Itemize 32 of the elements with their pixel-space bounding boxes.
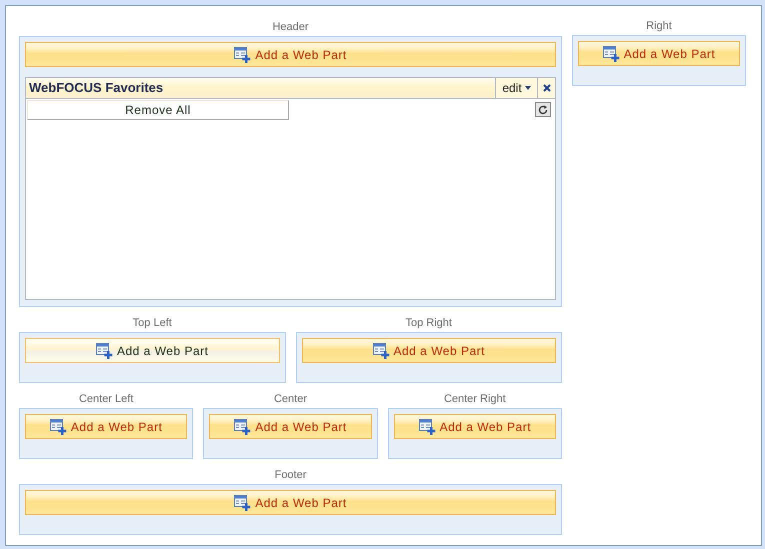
add-web-part-button[interactable]: Add a Web Part — [25, 490, 556, 515]
add-web-part-button[interactable]: Add a Web Part — [25, 42, 556, 67]
zone-label: Center — [272, 392, 308, 406]
add-web-part-icon — [418, 418, 436, 434]
add-web-part-icon — [96, 342, 113, 358]
zone-label: Right — [645, 19, 673, 33]
add-web-part-icon — [234, 418, 252, 434]
add-web-part-icon — [50, 418, 67, 434]
refresh-icon — [538, 104, 548, 114]
add-web-part-icon — [372, 342, 390, 358]
add-web-part-button[interactable]: Add a Web Part — [25, 414, 188, 439]
edit-menu-button[interactable]: edit — [495, 78, 537, 98]
zone-label: Center Left — [78, 392, 134, 406]
close-icon — [542, 84, 550, 92]
web-part-title: WebFOCUS Favorites — [26, 78, 495, 98]
add-web-part-button[interactable]: Add a Web Part — [25, 338, 280, 363]
caret-icon — [524, 86, 531, 90]
add-web-part-icon — [234, 46, 252, 62]
close-button[interactable] — [537, 78, 555, 98]
add-web-part-button[interactable]: Add a Web Part — [302, 338, 556, 363]
zone-label: Center Right — [442, 392, 507, 406]
zone-label: Footer — [274, 468, 308, 482]
zone-label: Top Right — [404, 316, 453, 330]
add-web-part-button[interactable]: Add a Web Part — [209, 414, 372, 439]
add-web-part-button[interactable]: Add a Web Part — [578, 41, 740, 66]
refresh-button[interactable] — [535, 102, 551, 117]
zone-label: Top Left — [132, 316, 173, 330]
zone-label: Header — [271, 20, 310, 34]
add-web-part-icon — [234, 494, 252, 510]
add-web-part-button[interactable]: Add a Web Part — [394, 414, 556, 439]
remove-all-button[interactable]: Remove All — [27, 100, 289, 120]
add-web-part-icon — [602, 46, 620, 62]
